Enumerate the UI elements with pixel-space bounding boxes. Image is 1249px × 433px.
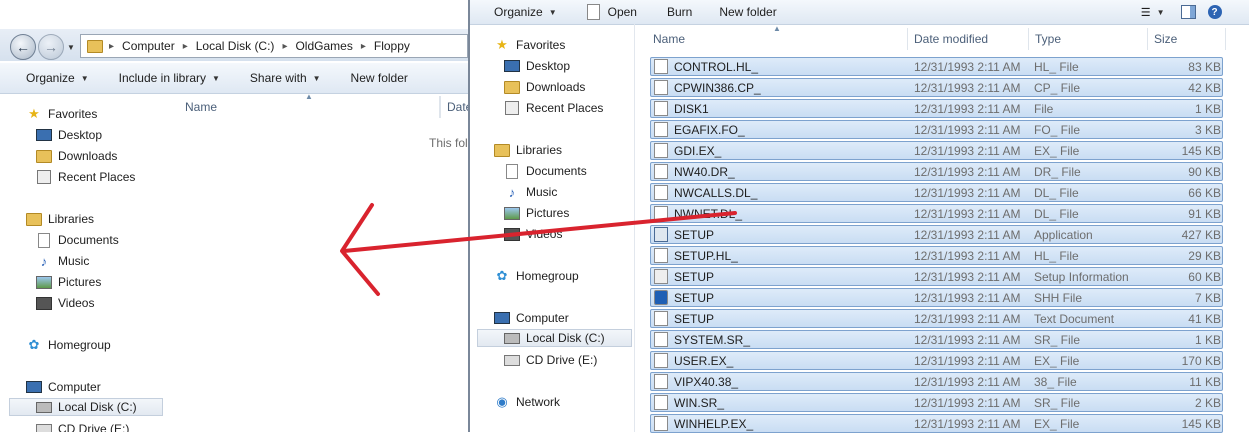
- annotation-arrow: [340, 203, 737, 296]
- arrow-shaft: [342, 211, 737, 253]
